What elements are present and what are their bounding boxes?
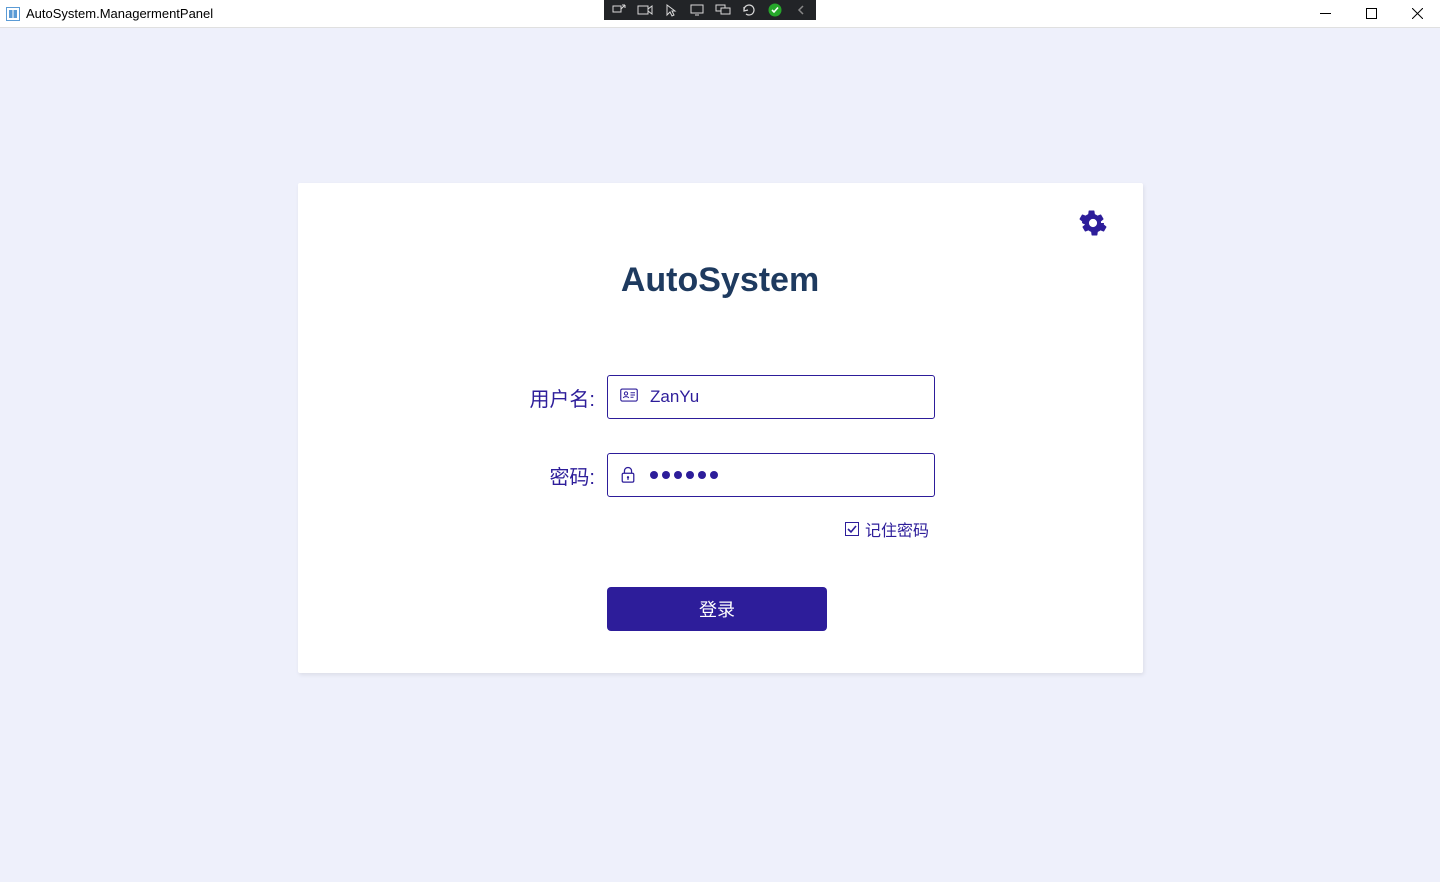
username-input-wrap[interactable] — [607, 375, 935, 419]
toolbar-multi-display-icon[interactable] — [712, 1, 734, 19]
remember-label[interactable]: 记住密码 — [865, 517, 929, 541]
password-label: 密码: — [505, 461, 595, 490]
remember-checkbox[interactable] — [845, 522, 859, 536]
username-label: 用户名: — [505, 383, 595, 412]
login-form: 用户名: — [298, 375, 1143, 631]
gear-icon — [1079, 209, 1107, 237]
lock-icon — [620, 466, 638, 484]
remember-row: 记住密码 — [607, 517, 929, 541]
window-title: AutoSystem.ManagermentPanel — [26, 6, 213, 21]
username-row: 用户名: — [505, 375, 935, 419]
toolbar-pin-icon[interactable] — [608, 1, 630, 19]
remote-session-toolbar — [604, 0, 816, 20]
password-input[interactable] — [650, 471, 922, 479]
toolbar-display-icon[interactable] — [686, 1, 708, 19]
login-button[interactable]: 登录 — [607, 587, 827, 631]
password-input-wrap[interactable] — [607, 453, 935, 497]
window-buttons — [1302, 0, 1440, 27]
login-heading: AutoSystem — [298, 261, 1143, 300]
minimize-button[interactable] — [1302, 0, 1348, 28]
content-area: AutoSystem 用户名: — [0, 28, 1440, 882]
toolbar-refresh-icon[interactable] — [738, 1, 760, 19]
window-titlebar: AutoSystem.ManagermentPanel — [0, 0, 1440, 28]
toolbar-camera-icon[interactable] — [634, 1, 656, 19]
password-row: 密码: — [505, 453, 935, 497]
maximize-button[interactable] — [1348, 0, 1394, 28]
app-icon — [6, 7, 20, 21]
settings-button[interactable] — [1079, 209, 1107, 237]
user-card-icon — [620, 388, 638, 406]
login-card: AutoSystem 用户名: — [298, 183, 1143, 673]
toolbar-cursor-icon[interactable] — [660, 1, 682, 19]
titlebar-left: AutoSystem.ManagermentPanel — [6, 6, 213, 21]
username-input[interactable] — [650, 387, 922, 407]
check-icon — [846, 523, 858, 535]
toolbar-status-ok-icon[interactable] — [764, 1, 786, 19]
toolbar-chevron-left-icon[interactable] — [790, 1, 812, 19]
close-button[interactable] — [1394, 0, 1440, 28]
